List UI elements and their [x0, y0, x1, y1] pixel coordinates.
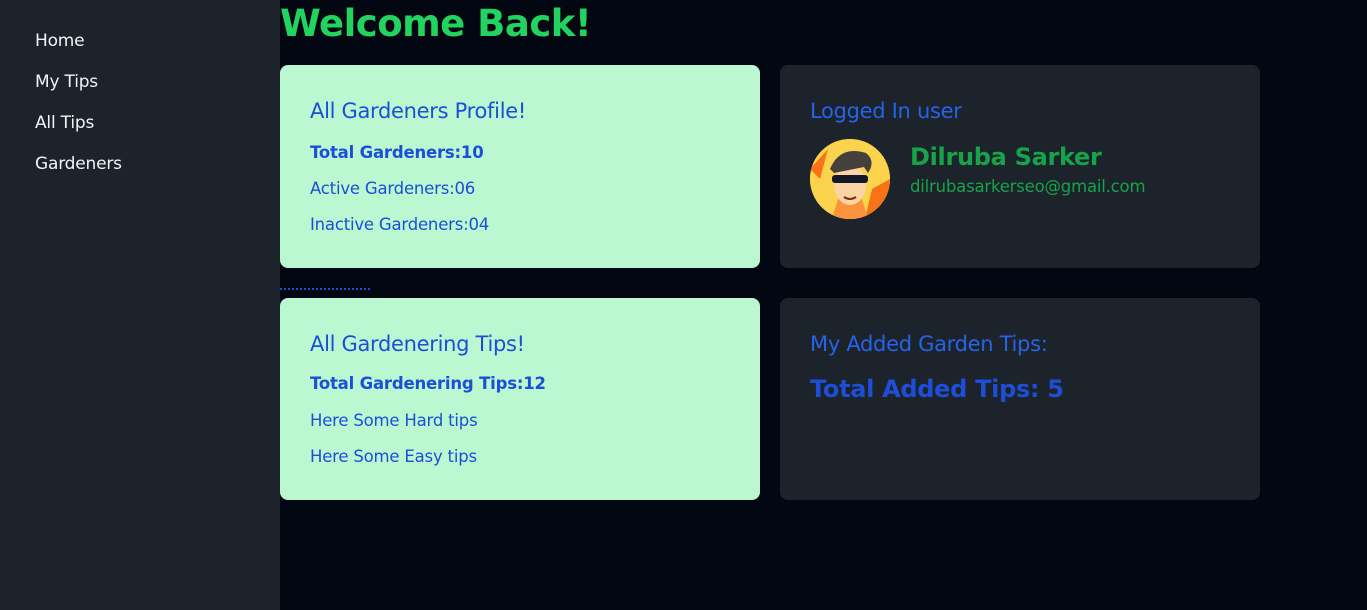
user-name: Dilruba Sarker — [910, 143, 1102, 171]
gardeners-profile-card: All Gardeners Profile! Total Gardeners:1… — [280, 65, 760, 268]
gardeners-card-title: All Gardeners Profile! — [310, 99, 526, 123]
total-gardeners: Total Gardeners:10 — [310, 143, 484, 162]
divider — [280, 288, 370, 290]
sidebar-item-all-tips[interactable]: All Tips — [35, 113, 94, 133]
sidebar-item-my-tips[interactable]: My Tips — [35, 72, 98, 92]
user-email: dilrubasarkerseo@gmail.com — [910, 177, 1146, 196]
page-title: Welcome Back! — [280, 2, 592, 45]
my-tips-card: My Added Garden Tips: Total Added Tips: … — [780, 298, 1260, 500]
tips-card-title: All Gardenering Tips! — [310, 332, 525, 356]
main-content: Welcome Back! All Gardeners Profile! Tot… — [280, 0, 1367, 610]
user-card-title: Logged In user — [810, 99, 962, 123]
easy-tips-link[interactable]: Here Some Easy tips — [310, 447, 477, 466]
active-gardeners: Active Gardeners:06 — [310, 179, 476, 198]
cartoon-avatar-icon — [810, 139, 890, 219]
logged-in-user-card: Logged In user Dilruba Sarker dilrubasar… — [780, 65, 1260, 268]
inactive-gardeners: Inactive Gardeners:04 — [310, 215, 490, 234]
sidebar-item-gardeners[interactable]: Gardeners — [35, 154, 122, 174]
gardening-tips-card: All Gardenering Tips! Total Gardenering … — [280, 298, 760, 500]
sidebar: Home My Tips All Tips Gardeners — [0, 0, 280, 610]
sidebar-item-home[interactable]: Home — [35, 31, 85, 51]
my-tips-card-title: My Added Garden Tips: — [810, 332, 1048, 356]
total-tips: Total Gardenering Tips:12 — [310, 374, 546, 393]
hard-tips-link[interactable]: Here Some Hard tips — [310, 411, 478, 430]
total-added-tips: Total Added Tips: 5 — [810, 375, 1064, 403]
